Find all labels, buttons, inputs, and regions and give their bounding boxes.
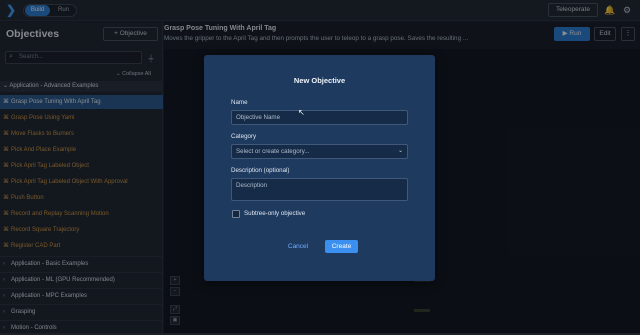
description-placeholder: Description	[236, 182, 267, 189]
subtree-only-checkbox[interactable]	[232, 210, 240, 218]
new-objective-dialog: New Objective Name Objective Name Catego…	[204, 55, 435, 281]
category-placeholder: Select or create category...	[236, 148, 310, 155]
name-label: Name	[231, 99, 248, 106]
category-select[interactable]: Select or create category... ⌄	[231, 144, 408, 159]
chevron-down-icon: ⌄	[397, 148, 403, 154]
cancel-button[interactable]: Cancel	[284, 240, 312, 253]
description-label: Description (optional)	[231, 167, 290, 174]
subtree-only-label[interactable]: Subtree-only objective	[244, 210, 305, 217]
objective-name-field[interactable]: Objective Name	[231, 110, 408, 125]
name-placeholder: Objective Name	[236, 114, 281, 121]
category-label: Category	[231, 133, 257, 140]
create-button[interactable]: Create	[325, 240, 358, 253]
description-field[interactable]: Description	[231, 178, 408, 201]
mouse-cursor-icon: ↖	[298, 108, 305, 117]
dialog-title: New Objective	[293, 76, 346, 85]
